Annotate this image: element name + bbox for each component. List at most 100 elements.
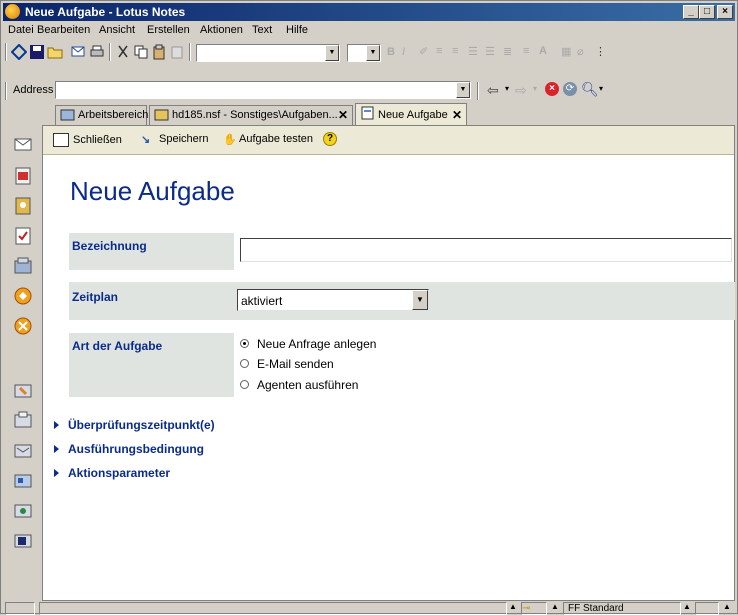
close-window-button[interactable]: × (717, 5, 733, 19)
title-bar[interactable]: Neue Aufgabe - Lotus Notes _ □ × (3, 3, 735, 21)
font-status-cell[interactable]: FF Standard (563, 602, 681, 615)
refresh-icon[interactable]: ⟳ (563, 82, 577, 96)
copy-icon[interactable] (133, 44, 149, 60)
menu-text[interactable]: Text (252, 24, 272, 36)
chevron-down-icon[interactable]: ▾ (599, 84, 603, 93)
bookmarks-folder-icon[interactable] (12, 409, 34, 431)
notes-folder-icon[interactable] (12, 529, 34, 551)
close-button-label: Schließen (73, 133, 122, 146)
chevron-down-icon: ▼ (366, 45, 380, 61)
paste-icon[interactable] (151, 44, 167, 60)
minimize-button[interactable]: _ (683, 5, 699, 19)
close-tab-icon[interactable]: ✕ (452, 108, 462, 122)
security-key-icon[interactable]: ⊸ (521, 602, 547, 615)
close-tab-icon[interactable]: ✕ (338, 108, 348, 122)
radio-selected-icon (240, 339, 249, 349)
chevron-down-icon[interactable]: ▾ (533, 84, 537, 93)
address-book-bookmark-icon[interactable] (12, 195, 34, 217)
radio-run-agents[interactable]: Agenten ausführen (240, 378, 358, 392)
status-bar: ▲ ⊸ ▲ FF Standard ▲ ▲ (3, 601, 735, 615)
address-label: Address (13, 84, 54, 96)
stop-icon[interactable]: × (545, 82, 559, 96)
name-field-label-cell: Bezeichnung (69, 233, 234, 270)
text-properties-icon[interactable]: A (539, 45, 547, 57)
menu-erstellen[interactable]: Erstellen (147, 24, 190, 36)
back-arrow-icon[interactable]: ⇦ (487, 82, 499, 99)
chevron-up-icon[interactable]: ▲ (683, 602, 691, 611)
close-button[interactable]: Schließen (53, 133, 122, 147)
database-icon (154, 109, 169, 121)
tab-arbeitsbereich[interactable]: Arbeitsbereich (55, 105, 148, 125)
navigate-icon[interactable] (11, 44, 27, 60)
maximize-button[interactable]: □ (699, 5, 715, 19)
page-title: Neue Aufgabe (70, 176, 235, 206)
calendar-bookmark-icon[interactable] (12, 165, 34, 187)
internet-folder-icon[interactable] (12, 499, 34, 521)
address-input[interactable]: ▼ (55, 81, 471, 99)
document-area: Schließen ↘ Speichern ✋ Aufgabe testen ? N… (42, 125, 735, 601)
chevron-up-icon[interactable]: ▲ (509, 602, 517, 611)
todo-bookmark-icon[interactable] (12, 225, 34, 247)
indent-icon[interactable]: ≡ (523, 45, 529, 57)
open-folder-icon[interactable] (47, 44, 63, 60)
name-input[interactable] (240, 238, 732, 262)
action-bar: Schließen ↘ Speichern ✋ Aufgabe testen ? (43, 126, 734, 155)
history-folder-icon[interactable] (12, 379, 34, 401)
mail-bookmark-icon[interactable] (12, 133, 34, 155)
inbox-status-icon[interactable] (695, 602, 719, 615)
style-select[interactable]: ▼ (196, 44, 340, 62)
test-task-icon: ✋ (223, 134, 237, 147)
numbered-list-icon[interactable]: ☰ (485, 45, 495, 58)
menu-ansicht[interactable]: Ansicht (99, 24, 135, 36)
task-type-label: Art der Aufgabe (72, 339, 163, 353)
applications-folder-icon[interactable] (12, 469, 34, 491)
cut-icon[interactable] (115, 44, 131, 60)
mail-folder-icon[interactable] (12, 439, 34, 461)
save-button[interactable]: ↘ Speichern (141, 133, 209, 146)
forward-arrow-icon[interactable]: ⇨ (515, 82, 527, 99)
send-mail-icon[interactable] (71, 44, 87, 60)
table-icon[interactable]: ▦ (561, 45, 571, 58)
tab-neue-aufgabe[interactable]: Neue Aufgabe ✕ (355, 103, 467, 127)
save-disk-icon[interactable] (29, 44, 45, 60)
chevron-up-icon[interactable]: ▲ (723, 602, 731, 611)
replicator-bookmark-icon[interactable] (12, 255, 34, 277)
menu-datei[interactable]: Datei (8, 24, 34, 36)
paste-special-icon[interactable] (169, 44, 185, 60)
toolbar-separator (109, 43, 111, 61)
test-task-button[interactable]: ✋ Aufgabe testen (223, 133, 313, 147)
font-size-select[interactable]: ▼ (347, 44, 381, 62)
chevron-down-icon[interactable]: ▾ (505, 84, 509, 93)
favorites-bookmark-icon[interactable] (12, 285, 34, 307)
attach-icon[interactable]: ⌀ (577, 45, 584, 58)
bold-icon[interactable]: B (387, 46, 395, 58)
menu-bearbeiten[interactable]: Bearbeiten (37, 24, 90, 36)
tab-hd185-aufgaben[interactable]: hd185.nsf - Sonstiges\Aufgaben... ✕ (149, 105, 353, 125)
window-title: Neue Aufgabe - Lotus Notes (25, 5, 186, 19)
section-review-time[interactable]: Überprüfungszeitpunkt(e) (54, 418, 215, 432)
radio-send-email[interactable]: E-Mail senden (240, 357, 334, 371)
menu-aktionen[interactable]: Aktionen (200, 24, 243, 36)
databases-bookmark-icon[interactable] (12, 315, 34, 337)
menu-hilfe[interactable]: Hilfe (286, 24, 308, 36)
radio-new-request[interactable]: Neue Anfrage anlegen (240, 337, 376, 351)
align-left-icon[interactable]: ≡ (436, 45, 442, 57)
italic-icon[interactable]: I (402, 46, 405, 58)
name-field-label: Bezeichnung (72, 239, 147, 253)
highlighter-icon[interactable]: ✐ (419, 45, 428, 58)
section-review-time-label: Überprüfungszeitpunkt(e) (68, 418, 215, 432)
search-icon[interactable]: 🔍︎ (581, 81, 599, 98)
bullet-list-icon[interactable]: ☰ (468, 45, 478, 58)
section-execution-condition[interactable]: Ausführungsbedingung (54, 442, 204, 456)
print-icon[interactable] (89, 44, 105, 60)
help-icon[interactable]: ? (323, 132, 337, 146)
align-center-icon[interactable]: ≡ (452, 45, 458, 57)
expand-triangle-icon (54, 445, 59, 453)
chevron-up-icon[interactable]: ▲ (551, 602, 559, 611)
schedule-select[interactable]: aktiviert ▼ (237, 289, 429, 311)
radio-unselected-icon (240, 359, 249, 369)
toolbar-more-icon[interactable]: ⋮ (595, 45, 606, 58)
section-action-parameters[interactable]: Aktionsparameter (54, 466, 170, 480)
paragraph-style-icon[interactable]: ≣ (503, 45, 512, 58)
document-icon (361, 106, 374, 120)
